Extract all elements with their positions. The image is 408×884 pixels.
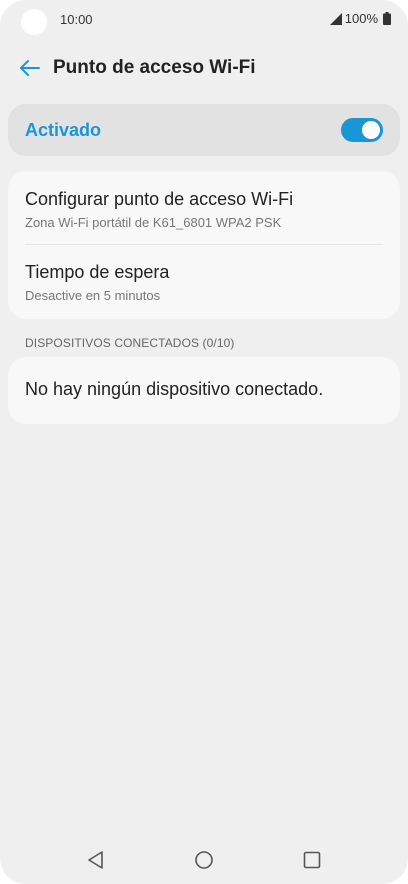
back-arrow-icon[interactable]	[18, 56, 42, 80]
battery-icon	[383, 12, 391, 25]
page-title: Punto de acceso Wi-Fi	[53, 57, 256, 78]
no-devices-text: No hay ningún dispositivo conectado.	[25, 379, 324, 399]
hotspot-switch[interactable]	[341, 118, 383, 142]
timeout-subtitle: Desactive en 5 minutos	[25, 288, 161, 303]
signal-icon	[329, 12, 342, 25]
switch-knob	[362, 121, 380, 139]
status-bar: 10:00 100%	[0, 0, 408, 40]
status-time: 10:00	[60, 12, 93, 27]
connected-devices-header: DISPOSITIVOS CONECTADOS (0/10)	[25, 336, 235, 350]
app-header: Punto de acceso Wi-Fi	[0, 48, 408, 88]
status-indicators: 100%	[329, 11, 391, 26]
recent-square-icon[interactable]	[301, 849, 323, 871]
hotspot-toggle-row[interactable]: Activado	[8, 104, 400, 156]
navigation-bar	[0, 836, 408, 884]
home-circle-icon[interactable]	[193, 849, 215, 871]
timeout-item[interactable]: Tiempo de espera Desactive en 5 minutos	[8, 245, 400, 319]
phone-screen: 10:00 100% Punto de acceso Wi-Fi Activad…	[0, 0, 408, 884]
configure-hotspot-subtitle: Zona Wi-Fi portátil de K61_6801 WPA2 PSK	[25, 215, 282, 230]
back-triangle-icon[interactable]	[85, 849, 107, 871]
timeout-title: Tiempo de espera	[25, 262, 170, 282]
front-camera	[21, 9, 47, 35]
hotspot-settings-card: Configurar punto de acceso Wi-Fi Zona Wi…	[8, 171, 400, 319]
toggle-label: Activado	[25, 120, 102, 140]
battery-percent: 100%	[344, 11, 378, 26]
connected-devices-card: No hay ningún dispositivo conectado.	[8, 357, 400, 424]
configure-hotspot-item[interactable]: Configurar punto de acceso Wi-Fi Zona Wi…	[8, 171, 400, 245]
configure-hotspot-title: Configurar punto de acceso Wi-Fi	[25, 189, 294, 209]
